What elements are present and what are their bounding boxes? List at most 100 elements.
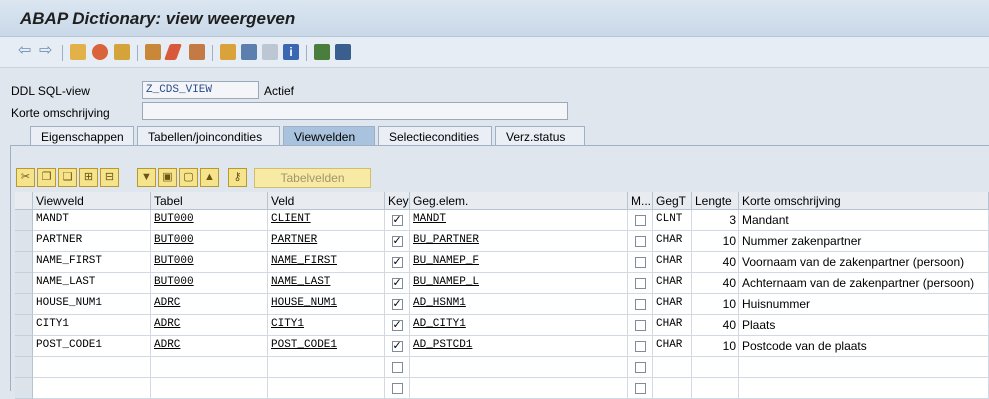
cell-veld[interactable]: CLIENT <box>268 210 385 231</box>
cell-lengte[interactable]: 40 <box>692 315 739 336</box>
cell-lengte[interactable]: 10 <box>692 294 739 315</box>
cell-tabel[interactable] <box>151 357 268 378</box>
cell-viewveld[interactable]: POST_CODE1 <box>33 336 151 357</box>
cell-geg-elem[interactable]: AD_HSNM1 <box>410 294 628 315</box>
copy-icon[interactable]: ❐ <box>37 168 56 187</box>
tabelvelden-button[interactable]: Tabelvelden <box>254 168 371 188</box>
column-header-korte-omschrijving[interactable]: Korte omschrijving <box>739 192 989 210</box>
cell-tabel[interactable]: BUT000 <box>151 210 268 231</box>
cell-veld[interactable]: HOUSE_NUM1 <box>268 294 385 315</box>
checkbox[interactable] <box>391 297 403 311</box>
cell-viewveld[interactable]: CITY1 <box>33 315 151 336</box>
cell-geg-elem[interactable]: MANDT <box>410 210 628 231</box>
cell-tabel[interactable]: BUT000 <box>151 273 268 294</box>
deselect-all-icon[interactable]: ▢ <box>179 168 198 187</box>
cell-veld[interactable]: PARTNER <box>268 231 385 252</box>
cell-tabel[interactable]: ADRC <box>151 294 268 315</box>
cell-tabel[interactable] <box>151 378 268 399</box>
tab-viewvelden[interactable]: Viewvelden <box>283 126 375 146</box>
forward-icon[interactable]: ⇨ <box>39 43 55 60</box>
select-all-icon[interactable]: ▣ <box>158 168 177 187</box>
cell-gegt[interactable]: CHAR <box>653 252 692 273</box>
cell-gegt[interactable]: CHAR <box>653 273 692 294</box>
column-header-viewveld[interactable]: Viewveld <box>33 192 151 210</box>
cell-lengte[interactable] <box>692 357 739 378</box>
cell-korte-omschrijving[interactable]: Mandant <box>739 210 989 231</box>
checkbox[interactable] <box>391 383 403 395</box>
tab-eigenschappen[interactable]: Eigenschappen <box>30 126 134 145</box>
sort-up-icon[interactable]: ▲ <box>200 168 219 187</box>
cell-geg-elem[interactable]: BU_NAMEP_L <box>410 273 628 294</box>
cell-lengte[interactable]: 3 <box>692 210 739 231</box>
row-selector[interactable] <box>15 231 33 252</box>
checkbox[interactable] <box>391 255 403 269</box>
checkbox[interactable] <box>634 320 646 332</box>
key-icon[interactable]: ⚷ <box>228 168 247 187</box>
checkbox[interactable] <box>634 236 646 248</box>
where-used-icon[interactable] <box>189 44 205 60</box>
cell-tabel[interactable]: BUT000 <box>151 252 268 273</box>
display-icon[interactable] <box>262 44 278 60</box>
check-icon[interactable] <box>145 44 161 60</box>
cell-korte-omschrijving[interactable]: Voornaam van de zakenpartner (persoon) <box>739 252 989 273</box>
row-selector[interactable] <box>15 378 33 399</box>
tab-selectiecondities[interactable]: Selectiecondities <box>378 126 492 145</box>
row-selector[interactable] <box>15 315 33 336</box>
checkbox[interactable] <box>391 318 403 332</box>
cell-geg-elem[interactable] <box>410 378 628 399</box>
tab-tabellen-joincondities[interactable]: Tabellen/joincondities <box>137 126 280 145</box>
cell-geg-elem[interactable] <box>410 357 628 378</box>
ddl-sql-view-field[interactable]: Z_CDS_VIEW <box>142 81 259 99</box>
checkbox[interactable] <box>634 278 646 290</box>
cell-gegt[interactable]: CHAR <box>653 294 692 315</box>
cell-gegt[interactable] <box>653 378 692 399</box>
checkbox[interactable] <box>634 341 646 353</box>
cell-lengte[interactable]: 10 <box>692 231 739 252</box>
other-object-icon[interactable] <box>92 44 108 60</box>
delete-row-icon[interactable]: ⊟ <box>100 168 119 187</box>
checkbox[interactable] <box>634 299 646 311</box>
activate-icon[interactable] <box>114 44 130 60</box>
column-header-m[interactable]: M... <box>628 192 653 210</box>
checkbox[interactable] <box>391 276 403 290</box>
cell-lengte[interactable]: 10 <box>692 336 739 357</box>
cell-korte-omschrijving[interactable] <box>739 357 989 378</box>
cell-korte-omschrijving[interactable] <box>739 378 989 399</box>
hierarchy-icon[interactable] <box>220 44 236 60</box>
edit-pen-icon[interactable] <box>70 44 86 60</box>
column-header-key[interactable]: Key <box>385 192 410 210</box>
cell-geg-elem[interactable]: BU_PARTNER <box>410 231 628 252</box>
cell-lengte[interactable]: 40 <box>692 252 739 273</box>
checkbox[interactable] <box>634 257 646 269</box>
cell-korte-omschrijving[interactable]: Achternaam van de zakenpartner (persoon) <box>739 273 989 294</box>
cell-veld[interactable]: CITY1 <box>268 315 385 336</box>
column-header-tabel[interactable]: Tabel <box>151 192 268 210</box>
back-icon[interactable]: ⇦ <box>18 43 34 60</box>
cell-geg-elem[interactable]: AD_CITY1 <box>410 315 628 336</box>
cell-geg-elem[interactable]: BU_NAMEP_F <box>410 252 628 273</box>
documentation-icon[interactable] <box>314 44 330 60</box>
cut-icon[interactable]: ✂ <box>16 168 35 187</box>
cell-veld[interactable]: NAME_FIRST <box>268 252 385 273</box>
cell-gegt[interactable]: CHAR <box>653 336 692 357</box>
checkbox[interactable] <box>391 234 403 248</box>
cell-viewveld[interactable] <box>33 378 151 399</box>
cell-veld[interactable]: NAME_LAST <box>268 273 385 294</box>
cell-veld[interactable] <box>268 378 385 399</box>
tab-verz-status[interactable]: Verz.status <box>495 126 585 145</box>
row-selector[interactable] <box>15 273 33 294</box>
column-header-lengte[interactable]: Lengte <box>692 192 739 210</box>
table-icon[interactable] <box>335 44 351 60</box>
column-header-veld[interactable]: Veld <box>268 192 385 210</box>
cell-viewveld[interactable]: MANDT <box>33 210 151 231</box>
cell-geg-elem[interactable]: AD_PSTCD1 <box>410 336 628 357</box>
cell-gegt[interactable] <box>653 357 692 378</box>
list-icon[interactable] <box>241 44 257 60</box>
short-description-field[interactable] <box>142 102 568 120</box>
checkbox[interactable] <box>634 383 646 395</box>
cell-lengte[interactable]: 40 <box>692 273 739 294</box>
cell-tabel[interactable]: BUT000 <box>151 231 268 252</box>
sort-down-icon[interactable]: ▼ <box>137 168 156 187</box>
insert-row-icon[interactable]: ⊞ <box>79 168 98 187</box>
checkbox[interactable] <box>391 213 403 227</box>
